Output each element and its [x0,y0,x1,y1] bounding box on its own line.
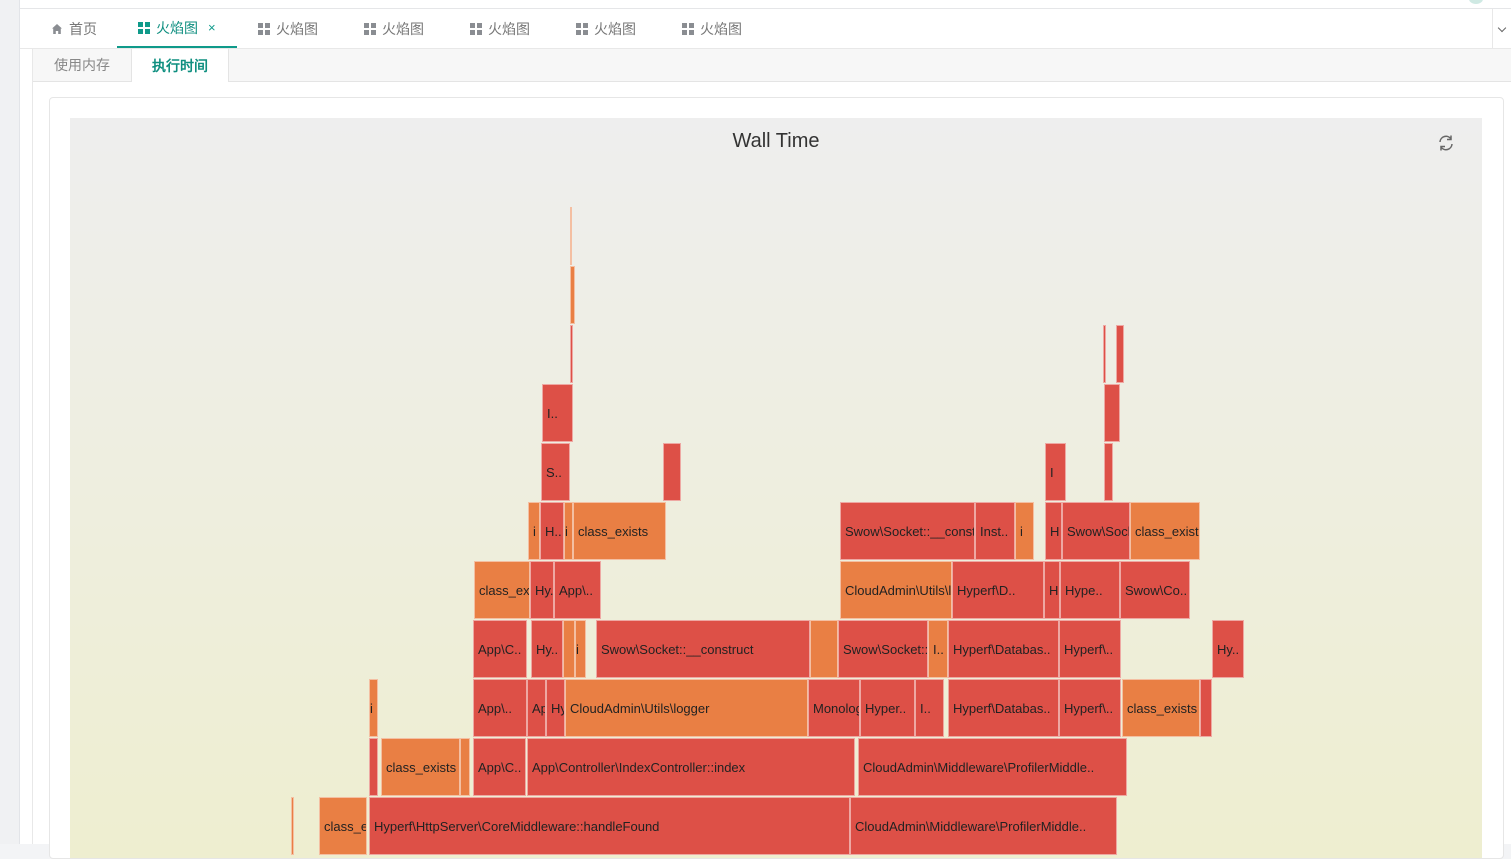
flame-frame[interactable]: App\C.. [473,620,527,678]
tab-label: 火焰图 [594,20,636,37]
flame-frame[interactable]: H [1044,561,1060,619]
flame-frame[interactable] [1104,384,1120,442]
flame-frame[interactable] [810,620,838,678]
flame-frame[interactable]: I.. [542,384,573,442]
flame-frame[interactable]: class_exists [319,797,367,855]
tab-flamegraph-6[interactable]: 火焰图 [682,9,772,48]
flamegraph-frames: class_existsHyperf\HttpServer\CoreMiddle… [70,118,1482,858]
flame-frame[interactable] [1116,325,1124,383]
top-header [20,0,1511,9]
flame-frame[interactable]: i [528,502,540,560]
close-icon[interactable]: × [208,20,216,35]
tab-flamegraph-2[interactable]: 火焰图 [258,9,348,48]
metric-subtabs: 使用内存 执行时间 [33,49,1511,82]
flame-frame[interactable]: class_exists [381,738,460,796]
flame-frame[interactable]: CloudAdmin\Middleware\ProfilerMiddle.. [858,738,1127,796]
flame-frame[interactable]: Hy.. [530,561,554,619]
flame-frame[interactable]: CloudAdmin\Utils\logger [565,679,808,737]
sidebar-edge [0,0,20,844]
home-icon [51,23,63,35]
subtab-wall-time[interactable]: 执行时间 [131,49,229,82]
flame-frame[interactable] [570,266,575,324]
tab-label: 火焰图 [156,19,198,36]
flame-frame[interactable] [1104,443,1113,501]
flame-frame[interactable]: Hyperf\HttpServer\CoreMiddleware::handle… [369,797,850,855]
page-tab-bar: 首页 火焰图 × 火焰图 火焰图 火焰图 火焰图 火焰图 [20,9,1511,49]
tab-flamegraph-3[interactable]: 火焰图 [364,9,454,48]
flame-frame[interactable] [460,738,470,796]
grid-icon [138,21,150,34]
app-main: 首页 火焰图 × 火焰图 火焰图 火焰图 火焰图 火焰图 使用内存 执行时间 c… [20,0,1511,859]
flame-frame[interactable]: App\.. [554,561,601,619]
flame-frame[interactable]: CloudAdmin\Utils\logger [840,561,952,619]
flame-frame[interactable]: App\Controller\IndexController::index [527,738,855,796]
grid-icon [364,22,376,35]
flame-frame[interactable]: H [1045,502,1062,560]
flame-frame[interactable]: Hyperf\.. [1059,679,1121,737]
flame-frame[interactable]: App\.. [473,679,527,737]
tab-flamegraph-4[interactable]: 火焰图 [470,9,560,48]
flame-frame[interactable]: CloudAdmin\Middleware\ProfilerMiddle.. [850,797,1117,855]
flame-frame[interactable]: I.. [915,679,944,737]
tab-label: 火焰图 [488,20,530,37]
flame-frame[interactable]: Swow\Socket::__.. [838,620,928,678]
flame-frame[interactable] [663,443,681,501]
flame-frame[interactable]: I [1045,443,1066,501]
flame-frame[interactable]: S.. [541,443,570,501]
flame-frame[interactable] [563,620,575,678]
flame-frame[interactable]: class_exists [1130,502,1200,560]
refresh-icon[interactable] [1436,133,1456,153]
flame-frame[interactable] [291,797,294,855]
flamegraph-card: class_existsHyperf\HttpServer\CoreMiddle… [49,97,1504,859]
flame-frame[interactable]: Swow\Socket::__construct [596,620,810,678]
user-avatar[interactable] [1469,0,1483,4]
flame-frame[interactable]: Monolog\Lo.. [808,679,860,737]
grid-icon [682,22,694,35]
flame-frame[interactable]: Hy.. [1212,620,1244,678]
flame-frame[interactable]: Hyperf\.. [1059,620,1121,678]
tab-home[interactable]: 首页 [51,9,119,48]
tab-more-chevron-icon[interactable] [1492,9,1511,48]
flame-frame[interactable]: i [1015,502,1034,560]
flame-frame[interactable] [570,325,573,383]
flame-frame[interactable]: i [564,502,573,560]
flamegraph-chart: class_existsHyperf\HttpServer\CoreMiddle… [70,118,1482,858]
grid-icon [258,22,270,35]
flame-frame[interactable]: Hy.. [546,679,565,737]
tab-label: 火焰图 [382,20,424,37]
content-area: 使用内存 执行时间 class_existsHyperf\HttpServer\… [32,49,1511,859]
flame-frame[interactable]: App\C.. [473,738,526,796]
chart-title: Wall Time [732,130,820,152]
tab-label: 火焰图 [700,20,742,37]
flame-frame[interactable]: Hyperf\Databas.. [948,620,1059,678]
grid-icon [576,22,588,35]
flame-frame[interactable]: Swow\Socket::__construct [840,502,975,560]
flame-frame[interactable]: Hype.. [1060,561,1120,619]
flame-frame[interactable]: Hyperf\D.. [952,561,1044,619]
flame-frame[interactable]: class_exists [573,502,666,560]
flame-frame[interactable]: Hyperf\Databas.. [948,679,1059,737]
flame-frame[interactable]: class_exists [474,561,530,619]
flame-frame[interactable] [1103,325,1106,383]
subtab-memory[interactable]: 使用内存 [33,49,131,81]
flame-frame[interactable]: H.. [540,502,564,560]
tab-flamegraph-5[interactable]: 火焰图 [576,9,666,48]
flame-frame[interactable]: class_exists [1122,679,1200,737]
tab-label: 火焰图 [276,20,318,37]
flame-frame[interactable] [570,207,572,265]
flame-frame[interactable]: I.. [928,620,948,678]
flame-frame[interactable]: App\C.. [527,679,546,737]
tab-flamegraph-1[interactable]: 火焰图 × [117,9,237,48]
flame-frame[interactable]: i [575,620,586,678]
flame-frame[interactable] [1200,679,1212,737]
flame-frame[interactable]: Swow\Socket::__c.. [1062,502,1130,560]
flame-frame[interactable] [369,738,378,796]
flame-frame[interactable]: Inst.. [975,502,1015,560]
flame-frame[interactable]: Swow\Co.. [1120,561,1190,619]
grid-icon [470,22,482,35]
flame-frame[interactable]: i [369,679,378,737]
flame-frame[interactable]: Hyper.. [860,679,915,737]
tab-label: 首页 [69,20,97,37]
flame-frame[interactable]: Hy.. [531,620,563,678]
